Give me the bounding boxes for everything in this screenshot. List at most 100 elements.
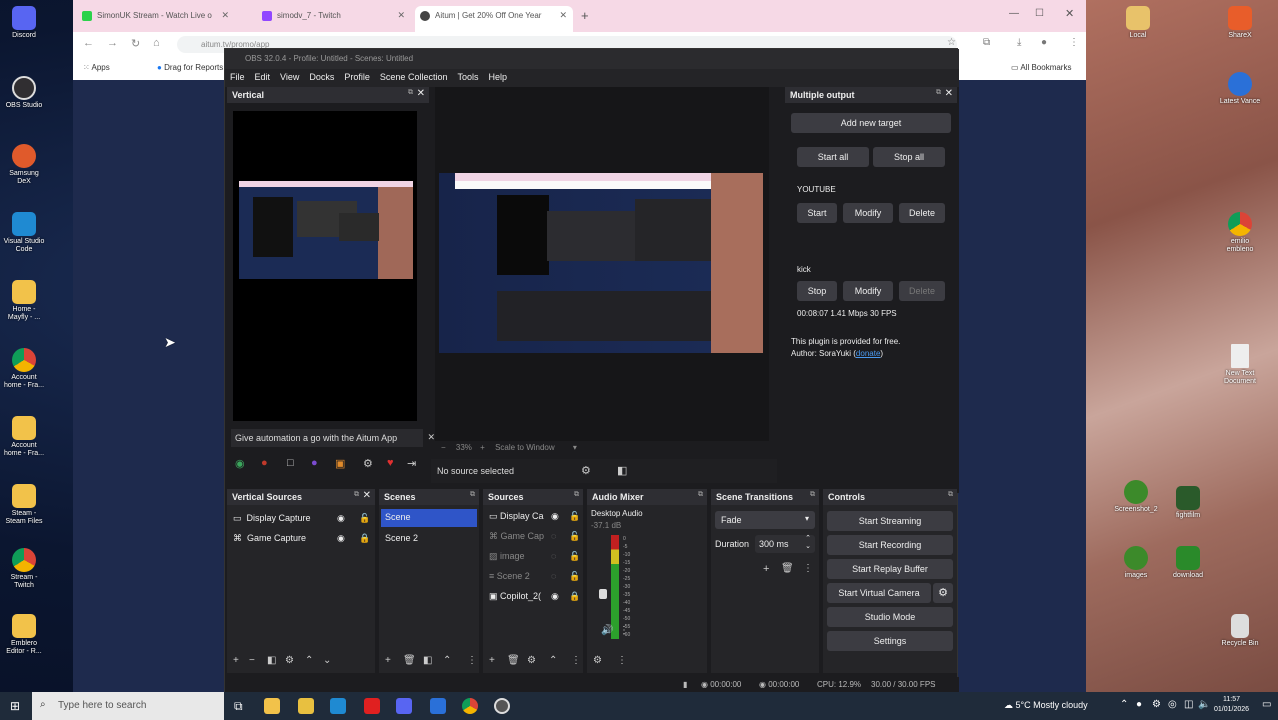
desktop-icon-text-doc[interactable]: New Text Document <box>1218 344 1262 386</box>
youtube-icon[interactable] <box>364 698 380 714</box>
lock-icon[interactable]: 🔓 <box>359 513 370 524</box>
network-icon[interactable]: ◫ <box>1184 699 1193 710</box>
start-recording-button[interactable]: Start Recording <box>827 535 953 555</box>
trash-icon[interactable]: 🗑 <box>403 655 416 666</box>
undock-icon[interactable]: ⧉ <box>936 89 941 97</box>
add-new-target-button[interactable]: Add new target <box>791 113 951 133</box>
more-icon[interactable]: ⋮ <box>617 655 627 666</box>
eye-icon[interactable]: ◉ <box>551 511 559 522</box>
maximize-button[interactable]: ☐ <box>1035 8 1044 19</box>
profile-icon[interactable]: ● <box>1041 37 1047 48</box>
kick-modify-button[interactable]: Modify <box>843 281 893 301</box>
eye-hidden-icon[interactable]: ◌ <box>551 531 556 541</box>
close-icon[interactable]: ✕ <box>221 10 229 21</box>
chevron-down-icon[interactable]: ▾ <box>573 443 577 452</box>
obs-icon[interactable] <box>494 698 510 714</box>
add-icon[interactable]: + <box>489 655 495 666</box>
audio-settings-icon[interactable]: ⚙ <box>593 655 602 666</box>
desktop-icon-file-2[interactable]: Account home - Fra... <box>2 416 46 458</box>
volume-icon[interactable]: 🔈 <box>1198 699 1210 710</box>
desktop-icon-embleno[interactable]: emilio embleno <box>1218 212 1262 254</box>
chrome-icon[interactable] <box>462 698 478 714</box>
desktop-icon-file-1[interactable]: Home - Mayfly - ... <box>2 280 46 322</box>
record-icon[interactable]: ● <box>261 457 268 469</box>
settings-icon[interactable]: ⚙ <box>285 655 294 666</box>
discord-icon[interactable] <box>396 698 412 714</box>
volume-fader[interactable] <box>599 589 607 599</box>
notifications-icon[interactable]: ▭ <box>1262 699 1271 710</box>
close-icon[interactable]: ✕ <box>427 432 435 443</box>
clock[interactable]: 11:57 01/01/2026 <box>1214 695 1249 715</box>
lock-icon[interactable]: 🔓 <box>569 571 580 582</box>
home-button[interactable]: ⌂ <box>153 37 160 49</box>
stop-all-button[interactable]: Stop all <box>873 147 945 167</box>
vertical-preview[interactable] <box>233 111 417 421</box>
tab-aitum[interactable]: Aitum | Get 20% Off One Year ✕ <box>415 6 573 32</box>
close-icon[interactable]: ✕ <box>559 10 567 21</box>
desktop-icon-local[interactable]: Local <box>1116 6 1160 40</box>
undock-icon[interactable]: ⧉ <box>698 491 703 499</box>
bookmark-apps[interactable]: ⁙ Apps <box>83 63 110 72</box>
more-icon[interactable]: ⋮ <box>619 625 629 636</box>
zoom-out-icon[interactable]: − <box>441 443 446 452</box>
weather-widget[interactable]: ☁ 5°C Mostly cloudy <box>1004 700 1088 711</box>
backtrack-icon[interactable]: □ <box>287 457 294 469</box>
desktop-icon-chrome-2[interactable]: Stream - Twitch <box>2 548 46 590</box>
new-tab-button[interactable]: + <box>581 8 589 23</box>
desktop-icon-vscode[interactable]: Visual Studio Code <box>2 212 46 254</box>
start-all-button[interactable]: Start all <box>797 147 869 167</box>
lock-icon[interactable]: 🔒 <box>359 533 370 544</box>
kick-delete-button[interactable]: Delete <box>899 281 945 301</box>
chat-icon[interactable]: ♥ <box>387 457 394 469</box>
menu-scene-collection[interactable]: Scene Collection <box>375 69 453 85</box>
youtube-delete-button[interactable]: Delete <box>899 203 945 223</box>
move-up-icon[interactable]: ⌃ <box>305 655 313 666</box>
reload-button[interactable]: ↻ <box>131 37 140 50</box>
app-icon[interactable] <box>430 698 446 714</box>
more-icon[interactable]: ⋮ <box>571 655 581 666</box>
speaker-icon[interactable]: 🔊 <box>601 625 613 636</box>
replay-icon[interactable]: ▣ <box>335 457 345 470</box>
start-streaming-button[interactable]: Start Streaming <box>827 511 953 531</box>
undock-icon[interactable]: ⧉ <box>354 491 359 499</box>
extensions-icon[interactable]: ⧉ <box>983 37 990 48</box>
aitum-promo-banner[interactable]: Give automation a go with the Aitum App ✕ <box>231 429 435 447</box>
scale-select[interactable]: Scale to Window <box>495 443 555 452</box>
settings-button[interactable]: Settings <box>827 631 953 651</box>
trash-icon[interactable]: 🗑 <box>781 563 794 574</box>
list-item[interactable]: ⌘ Game Cap ◌ 🔓 <box>489 531 580 542</box>
settings-icon[interactable]: ⚙ <box>581 464 591 477</box>
taskbar-search[interactable]: ⌕ Type here to search <box>32 692 224 720</box>
virtual-camera-settings-button[interactable]: ⚙ <box>933 583 953 603</box>
donate-link[interactable]: donate <box>856 349 880 358</box>
undock-icon[interactable]: ⧉ <box>810 491 815 499</box>
desktop-icon-fightfilm[interactable]: fightfilm <box>1166 486 1210 520</box>
desktop-icon-chrome-1[interactable]: Account home - Fra... <box>2 348 46 390</box>
move-up-icon[interactable]: ⌃ <box>443 655 451 666</box>
scene-item-selected[interactable]: Scene <box>381 509 477 527</box>
list-item[interactable]: ▣ Copilot_2(◉ 🔒 <box>489 591 580 602</box>
sticky-notes-icon[interactable] <box>298 698 314 714</box>
desktop-icon-dex[interactable]: Samsung DeX <box>2 144 46 186</box>
desktop-icon-screenshot[interactable]: Screenshot_2 <box>1114 480 1158 514</box>
settings-icon[interactable]: ⚙ <box>363 457 373 470</box>
move-up-icon[interactable]: ⌃ <box>549 655 557 666</box>
lock-icon[interactable]: 🔓 <box>569 531 580 542</box>
tab-twitch[interactable]: simodv_7 - Twitch ✕ <box>257 6 411 26</box>
start-virtual-camera-button[interactable]: Start Virtual Camera <box>827 583 931 603</box>
list-item[interactable]: ⌘ Game Capture ◉ 🔒 <box>233 533 373 544</box>
scene-item[interactable]: Scene 2 <box>385 533 418 543</box>
filters-icon[interactable]: ◧ <box>423 655 432 666</box>
list-item[interactable]: ▨ image ◌ 🔓 <box>489 551 580 562</box>
eye-hidden-icon[interactable]: ◌ <box>551 551 556 561</box>
trash-icon[interactable]: 🗑 <box>507 655 520 666</box>
menu-tools[interactable]: Tools <box>452 69 483 85</box>
window-close-button[interactable]: ✕ <box>1065 7 1074 20</box>
add-icon[interactable]: + <box>763 563 769 575</box>
close-icon[interactable]: ✕ <box>363 490 371 501</box>
eye-icon[interactable]: ◉ <box>337 513 345 524</box>
transition-select[interactable]: Fade ▾ <box>715 511 815 529</box>
lock-icon[interactable]: 🔓 <box>569 511 580 522</box>
tray-icon[interactable]: ⚙ <box>1152 699 1161 710</box>
bookmark-reports[interactable]: ● Drag for Reports <box>157 63 223 72</box>
